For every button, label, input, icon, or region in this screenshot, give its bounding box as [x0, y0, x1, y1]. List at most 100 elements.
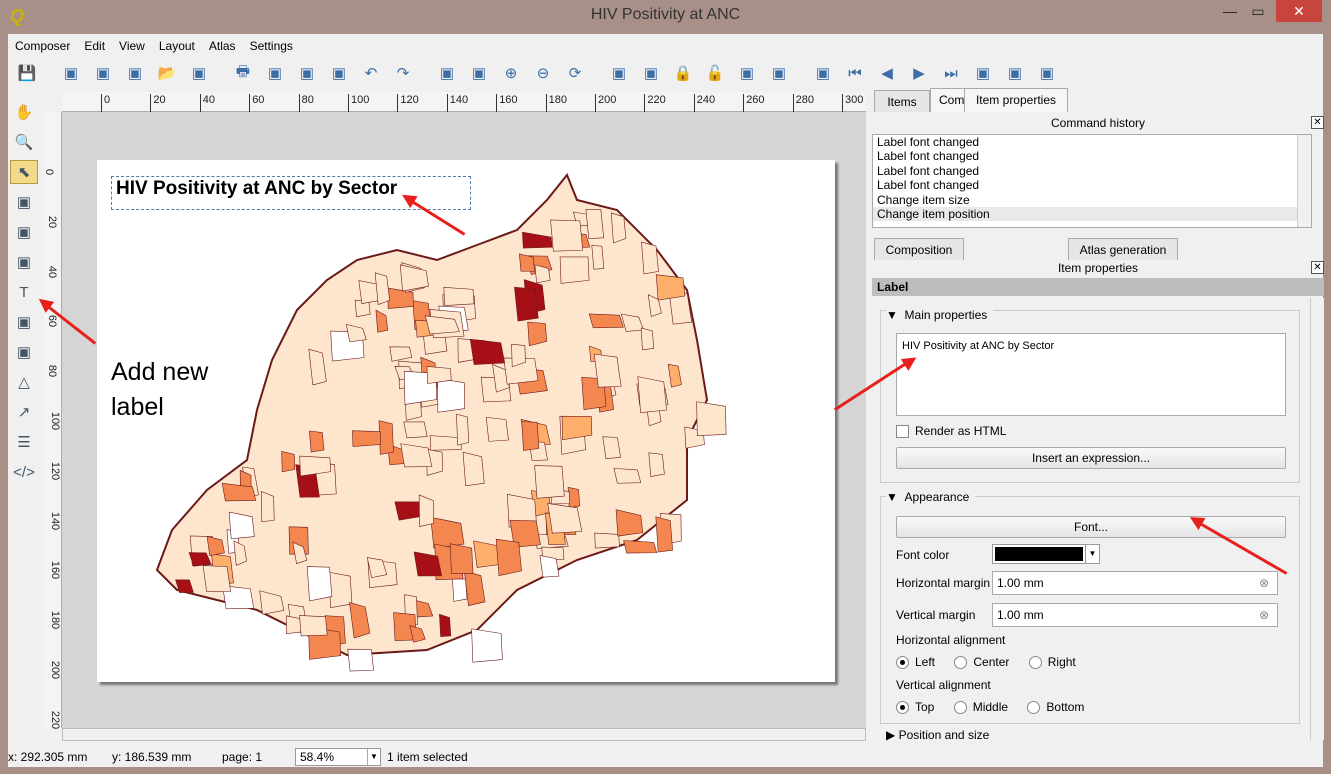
redo-icon[interactable]: ↷ — [390, 60, 416, 86]
valign-top-radio[interactable]: Top — [896, 700, 934, 715]
horizontal-margin-label: Horizontal margin — [896, 576, 991, 590]
chevron-down-icon[interactable]: ▼ — [367, 749, 380, 765]
save-icon[interactable]: 💾 — [14, 60, 40, 86]
atlas-export-icon[interactable]: ▣ — [1002, 60, 1028, 86]
map-sector — [469, 338, 506, 365]
valign-bottom-radio[interactable]: Bottom — [1027, 700, 1084, 715]
map-sector — [299, 615, 328, 637]
menu-atlas[interactable]: Atlas — [202, 36, 243, 56]
unlock-icon[interactable]: 🔓 — [702, 60, 728, 86]
add-html-icon[interactable]: </> — [10, 460, 38, 484]
close-icon[interactable]: ✕ — [1311, 261, 1324, 274]
undo-icon[interactable]: ↶ — [358, 60, 384, 86]
appearance-toggle[interactable]: ▼ Appearance — [886, 490, 976, 504]
align-center-radio[interactable]: Center — [954, 655, 1009, 670]
tab-item-properties[interactable]: Item properties — [964, 88, 1068, 112]
ungroup-icon[interactable]: ▣ — [638, 60, 664, 86]
font-color-button[interactable]: ▼ — [992, 544, 1100, 564]
vertical-margin-input[interactable]: 1.00 mm ⊗ — [992, 603, 1278, 627]
font-button[interactable]: Font... — [896, 516, 1286, 538]
history-scrollbar[interactable] — [1297, 135, 1311, 227]
refresh-icon[interactable]: ⟳ — [562, 60, 588, 86]
align-icon[interactable]: ▣ — [766, 60, 792, 86]
export-svg-icon[interactable]: ▣ — [294, 60, 320, 86]
add-map-icon[interactable]: ▣ — [10, 220, 38, 244]
map-sector — [567, 486, 580, 509]
maximize-button[interactable]: ▭ — [1240, 0, 1276, 22]
ruler-tick-label: 40 — [199, 94, 215, 112]
clear-icon[interactable]: ⊗ — [1259, 604, 1269, 626]
history-item[interactable]: Label font changed — [873, 149, 1311, 163]
add-scalebar-icon[interactable]: ▣ — [10, 340, 38, 364]
tab-items[interactable]: Items — [874, 90, 930, 112]
add-legend-icon[interactable]: ▣ — [10, 310, 38, 334]
menu-settings[interactable]: Settings — [243, 36, 300, 56]
menu-layout[interactable]: Layout — [152, 36, 202, 56]
zoom-actual-icon[interactable]: ▣ — [466, 60, 492, 86]
composer-page[interactable]: HIV Positivity at ANC by Sector Add new … — [97, 160, 835, 682]
open-template-icon[interactable]: 📂 — [154, 60, 180, 86]
map-sector — [443, 286, 475, 306]
composer-manager-icon[interactable]: ▣ — [122, 60, 148, 86]
main-properties-toggle[interactable]: ▼ Main properties — [886, 308, 994, 322]
add-shape-icon[interactable]: △ — [10, 370, 38, 394]
align-right-radio[interactable]: Right — [1028, 655, 1076, 670]
zoom-out-icon[interactable]: ⊖ — [530, 60, 556, 86]
tab-atlas-generation[interactable]: Atlas generation — [1068, 238, 1178, 260]
atlas-settings-icon[interactable]: ▣ — [1034, 60, 1060, 86]
valign-middle-radio[interactable]: Middle — [953, 700, 1008, 715]
add-table-icon[interactable]: ☰ — [10, 430, 38, 454]
horizontal-margin-input[interactable]: 1.00 mm ⊗ — [992, 571, 1278, 595]
history-item[interactable]: Change item size — [873, 193, 1311, 207]
save-template-icon[interactable]: ▣ — [186, 60, 212, 86]
align-left-radio[interactable]: Left — [896, 655, 935, 670]
export-image-icon[interactable]: ▣ — [262, 60, 288, 86]
zoom-tool-icon[interactable]: 🔍 — [10, 130, 38, 154]
zoom-select[interactable]: 58.4% ▼ — [295, 748, 381, 766]
history-item[interactable]: Label font changed — [873, 178, 1311, 192]
map-sector — [527, 321, 548, 347]
new-composer-icon[interactable]: ▣ — [58, 60, 84, 86]
zoom-in-icon[interactable]: ⊕ — [498, 60, 524, 86]
close-icon[interactable]: ✕ — [1311, 116, 1324, 129]
history-item[interactable]: Label font changed — [873, 164, 1311, 178]
render-html-checkbox[interactable]: Render as HTML — [896, 424, 1006, 439]
tab-composition[interactable]: Composition — [874, 238, 964, 260]
lock-icon[interactable]: 🔒 — [670, 60, 696, 86]
zoom-full-icon[interactable]: ▣ — [434, 60, 460, 86]
move-content-icon[interactable]: ▣ — [10, 190, 38, 214]
menu-edit[interactable]: Edit — [77, 36, 112, 56]
print-icon[interactable]: 🖶 — [230, 60, 256, 86]
label-text-input[interactable]: HIV Positivity at ANC by Sector — [896, 333, 1286, 416]
chevron-down-icon[interactable]: ▼ — [1085, 545, 1099, 563]
ruler-tick-label: 160 — [49, 561, 62, 580]
ruler-tick-label: 80 — [298, 94, 314, 112]
history-item[interactable]: Change item position — [873, 206, 1311, 222]
pan-icon[interactable]: ✋ — [10, 100, 38, 124]
raise-icon[interactable]: ▣ — [734, 60, 760, 86]
menu-composer[interactable]: Composer — [8, 36, 77, 56]
add-image-icon[interactable]: ▣ — [10, 250, 38, 274]
add-label-icon[interactable]: T — [10, 280, 38, 304]
group-icon[interactable]: ▣ — [606, 60, 632, 86]
prev-feature-icon[interactable]: ◀ — [874, 60, 900, 86]
duplicate-composer-icon[interactable]: ▣ — [90, 60, 116, 86]
position-size-toggle[interactable]: ▶ Position and size — [886, 728, 994, 742]
history-item[interactable]: Label font changed — [873, 135, 1311, 149]
insert-expression-button[interactable]: Insert an expression... — [896, 447, 1286, 469]
add-arrow-icon[interactable]: ↗ — [10, 400, 38, 424]
clear-icon[interactable]: ⊗ — [1259, 572, 1269, 594]
next-feature-icon[interactable]: ▶ — [906, 60, 932, 86]
map-sector — [495, 538, 522, 576]
export-pdf-icon[interactable]: ▣ — [326, 60, 352, 86]
menu-view[interactable]: View — [112, 36, 152, 56]
horizontal-scrollbar[interactable] — [62, 728, 866, 741]
close-button[interactable]: ✕ — [1276, 0, 1322, 22]
select-move-icon[interactable]: ⬉ — [10, 160, 38, 184]
atlas-print-icon[interactable]: ▣ — [970, 60, 996, 86]
last-feature-icon[interactable]: ⏭ — [938, 60, 964, 86]
properties-scrollbar[interactable] — [1310, 298, 1324, 740]
command-history-header: Command history ✕ — [872, 115, 1324, 131]
atlas-preview-icon[interactable]: ▣ — [810, 60, 836, 86]
first-feature-icon[interactable]: ⏮ — [842, 60, 868, 86]
